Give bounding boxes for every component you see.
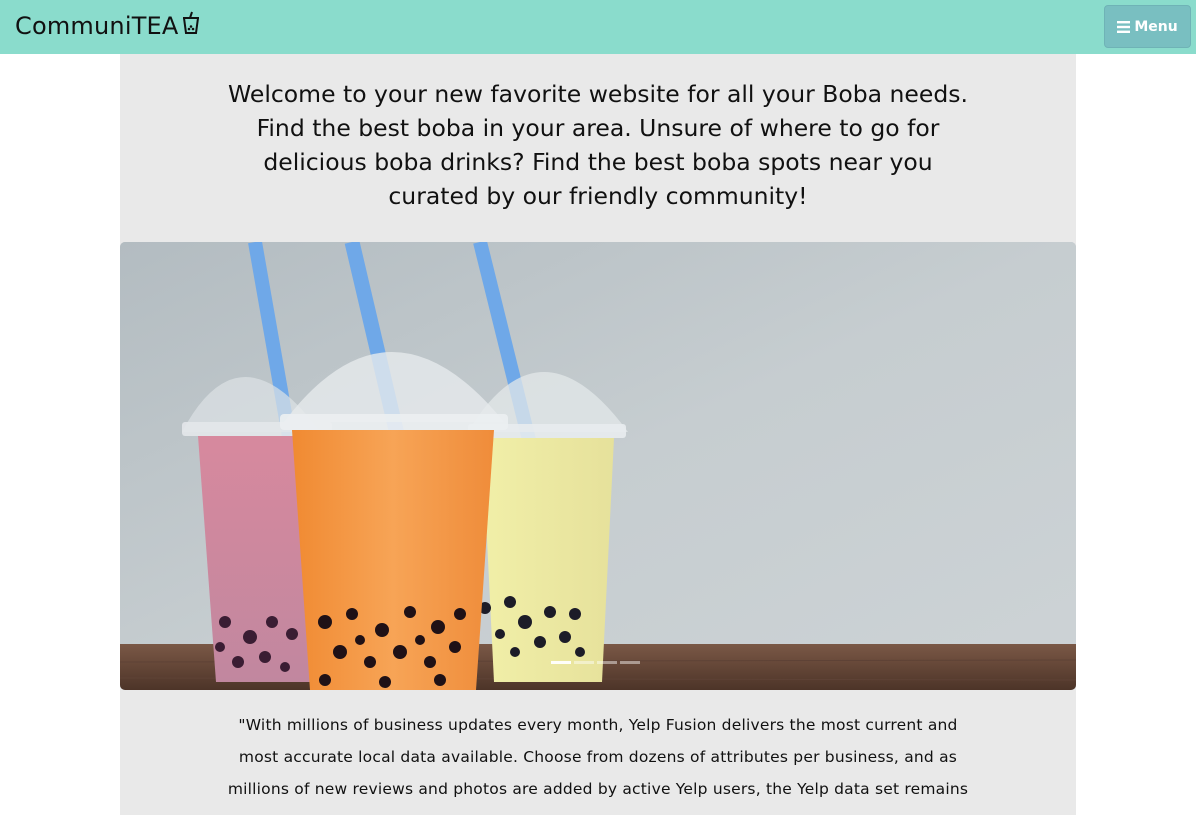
carousel-indicator-3[interactable] (597, 661, 617, 664)
carousel-indicators (551, 661, 640, 664)
intro-line: Find the best boba in your area. Unsure … (256, 114, 940, 142)
quote-line: millions of new reviews and photos are a… (227, 780, 969, 798)
carousel-indicator-2[interactable] (574, 661, 594, 664)
brand-name: CommuniTEA (15, 12, 179, 40)
carousel-indicator-1[interactable] (551, 661, 571, 664)
carousel-indicator-4[interactable] (620, 661, 640, 664)
yelp-quote: "With millions of business updates every… (120, 709, 1076, 805)
boba-cup-icon (181, 11, 201, 41)
main-content: Welcome to your new favorite website for… (120, 54, 1076, 815)
image-carousel[interactable] (120, 242, 1076, 690)
quote-line: "With millions of business updates every… (238, 716, 958, 734)
intro-line: curated by our friendly community! (388, 182, 808, 210)
brand-logo[interactable]: CommuniTEA (15, 11, 201, 41)
intro-text: Welcome to your new favorite website for… (120, 77, 1076, 213)
menu-label: Menu (1134, 18, 1178, 35)
boba-drinks-photo (120, 242, 1076, 690)
intro-line: Welcome to your new favorite website for… (228, 80, 968, 108)
hamburger-icon (1117, 20, 1131, 33)
intro-line: delicious boba drinks? Find the best bob… (263, 148, 933, 176)
quote-line: most accurate local data available. Choo… (238, 748, 958, 766)
navbar: CommuniTEA Menu (0, 0, 1196, 54)
menu-button[interactable]: Menu (1104, 5, 1191, 48)
